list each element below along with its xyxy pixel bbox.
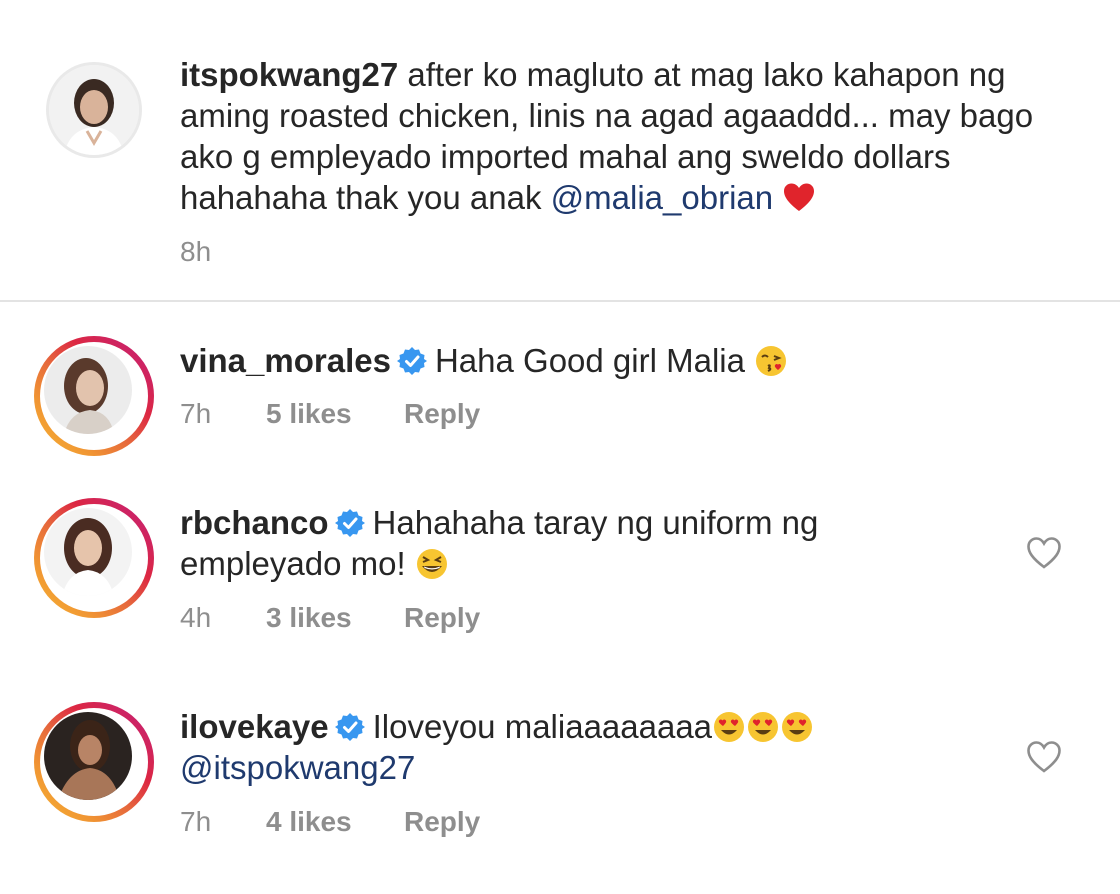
comment-meta: 7h 5 likes Reply — [180, 398, 480, 430]
instagram-comments: itspokwang27 after ko magluto at mag lak… — [0, 0, 1120, 894]
verified-badge-icon — [396, 346, 427, 376]
heart-eyes-emoji-icon — [712, 710, 746, 744]
face-blowing-kiss-emoji-icon — [754, 344, 788, 378]
comment-text: rbchanco Hahahaha taray ng uniform ng emp… — [180, 502, 1000, 584]
caption-username[interactable]: itspokwang27 — [180, 56, 398, 93]
verified-badge-icon — [334, 712, 365, 742]
comment-avatar[interactable] — [34, 336, 154, 456]
reply-button[interactable]: Reply — [404, 602, 480, 634]
like-heart-icon[interactable] — [1026, 536, 1062, 570]
caption-text: itspokwang27 after ko magluto at mag lak… — [180, 54, 1080, 218]
avatar-photo — [44, 508, 132, 596]
comment-username[interactable]: vina_morales — [180, 342, 391, 379]
heart-eyes-emoji-icon — [746, 710, 780, 744]
comment-username[interactable]: rbchanco — [180, 504, 329, 541]
divider — [0, 300, 1120, 302]
caption-mention[interactable]: @malia_obrian — [551, 179, 773, 216]
comment-likes[interactable]: 3 likes — [266, 602, 404, 634]
red-heart-emoji-icon — [782, 181, 816, 215]
comment-likes[interactable]: 4 likes — [266, 806, 404, 838]
comment-likes[interactable]: 5 likes — [266, 398, 404, 430]
comment-body: Iloveyou maliaaaaaaaa — [372, 708, 713, 745]
comment-username[interactable]: ilovekaye — [180, 708, 329, 745]
post-caption: itspokwang27 after ko magluto at mag lak… — [0, 0, 1120, 300]
comment-time: 7h — [180, 398, 212, 429]
comment-text: vina_morales Haha Good girl Malia — [180, 340, 1060, 381]
grinning-squinting-face-emoji-icon — [415, 547, 449, 581]
comment-time: 4h — [180, 602, 212, 633]
verified-badge-icon — [334, 508, 365, 538]
comment-meta: 4h 3 likes Reply — [180, 602, 480, 634]
comment-body: Haha Good girl Malia — [434, 342, 745, 379]
caption-meta: 8h — [180, 236, 266, 268]
reply-button[interactable]: Reply — [404, 806, 480, 838]
comment-text: ilovekaye Iloveyou maliaaaaaaaa @itspokwa… — [180, 706, 1000, 788]
avatar-photo — [44, 346, 132, 434]
comment-body-line2: empleyado mo! — [180, 545, 406, 582]
comment-avatar[interactable] — [34, 498, 154, 618]
comment-mention[interactable]: @itspokwang27 — [180, 749, 415, 786]
caption-avatar[interactable] — [46, 62, 142, 158]
heart-eyes-emoji-icon — [780, 710, 814, 744]
comment-time: 7h — [180, 806, 212, 837]
avatar-photo — [49, 65, 139, 155]
comment-body-line1: Hahahaha taray ng uniform ng — [372, 504, 819, 541]
comment-meta: 7h 4 likes Reply — [180, 806, 480, 838]
reply-button[interactable]: Reply — [404, 398, 480, 430]
avatar-photo — [44, 712, 132, 800]
like-heart-icon[interactable] — [1026, 740, 1062, 774]
comment-avatar[interactable] — [34, 702, 154, 822]
caption-time: 8h — [180, 236, 212, 267]
